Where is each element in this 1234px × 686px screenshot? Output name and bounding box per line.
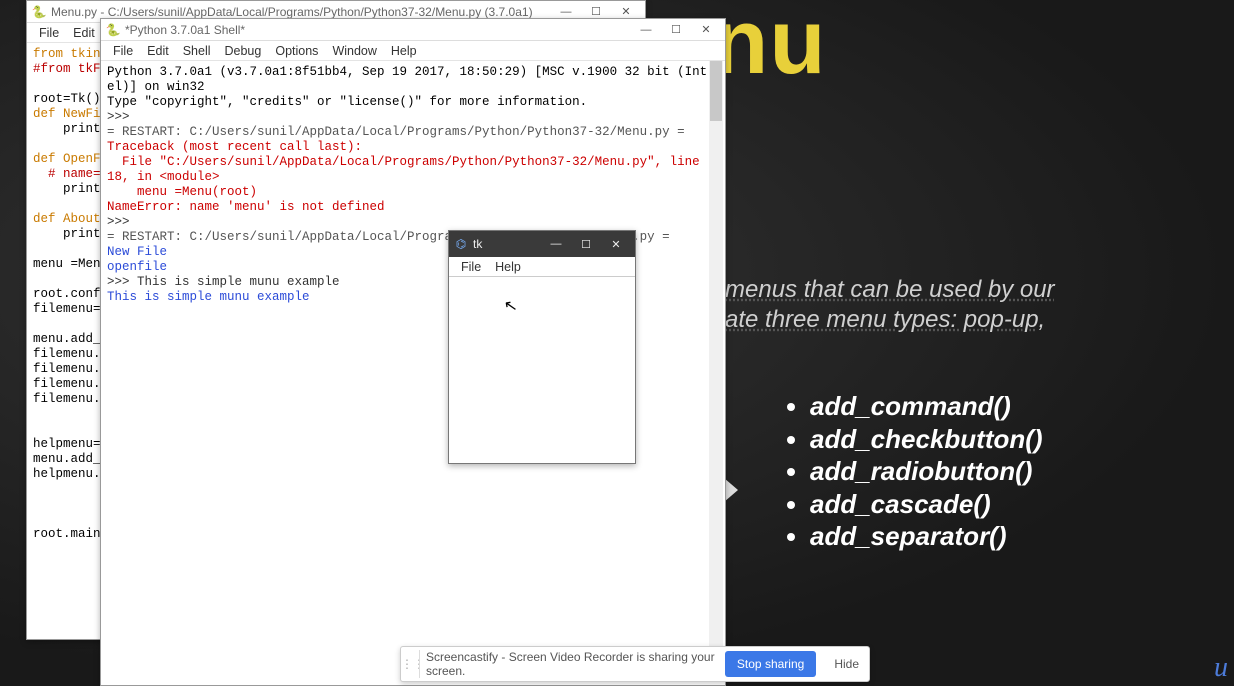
python-icon: 🐍	[31, 4, 47, 20]
menu-edit[interactable]: Edit	[67, 24, 101, 42]
editor-title: Menu.py - C:/Users/sunil/AppData/Local/P…	[51, 5, 551, 19]
slide-body-text: menus that can be used by our ate three …	[725, 275, 1055, 335]
menu-window[interactable]: Window	[326, 42, 382, 60]
close-button[interactable]: ✕	[601, 234, 631, 254]
tk-title: tk	[473, 237, 541, 251]
tk-menu-help[interactable]: Help	[489, 258, 527, 276]
tk-menu-file[interactable]: File	[455, 258, 487, 276]
tk-titlebar[interactable]: ⌬ tk — ☐ ✕	[449, 231, 635, 257]
shell-title: *Python 3.7.0a1 Shell*	[125, 23, 631, 37]
menu-debug[interactable]: Debug	[219, 42, 268, 60]
screenshare-bar: ⋮⋮ Screencastify - Screen Video Recorder…	[400, 646, 870, 682]
drag-handle-icon[interactable]: ⋮⋮	[401, 657, 419, 671]
shell-scrollbar[interactable]: ▴ ▾	[709, 61, 723, 665]
menu-options[interactable]: Options	[269, 42, 324, 60]
menu-shell[interactable]: Shell	[177, 42, 217, 60]
screenshare-message: Screencastify - Screen Video Recorder is…	[419, 650, 725, 678]
watermark: u	[1214, 652, 1228, 684]
list-item: add_radiobutton()	[810, 455, 1043, 488]
tk-icon: ⌬	[453, 236, 469, 252]
maximize-button[interactable]: ☐	[661, 20, 691, 40]
slide-bullet-list: add_command() add_checkbutton() add_radi…	[790, 390, 1043, 553]
close-button[interactable]: ✕	[691, 20, 721, 40]
tk-window: ⌬ tk — ☐ ✕ File Help	[448, 230, 636, 464]
stop-sharing-button[interactable]: Stop sharing	[725, 651, 816, 677]
list-item: add_command()	[810, 390, 1043, 423]
hide-button[interactable]: Hide	[824, 651, 869, 677]
maximize-button[interactable]: ☐	[571, 234, 601, 254]
menu-edit[interactable]: Edit	[141, 42, 175, 60]
menu-help[interactable]: Help	[385, 42, 423, 60]
menu-file[interactable]: File	[33, 24, 65, 42]
minimize-button[interactable]: —	[631, 20, 661, 40]
menu-file[interactable]: File	[107, 42, 139, 60]
list-item: add_checkbutton()	[810, 423, 1043, 456]
scrollbar-thumb[interactable]	[710, 61, 722, 121]
list-item: add_cascade()	[810, 488, 1043, 521]
tk-menubar: File Help	[449, 257, 635, 277]
list-item: add_separator()	[810, 520, 1043, 553]
shell-menubar: File Edit Shell Debug Options Window Hel…	[101, 41, 725, 61]
python-icon: 🐍	[105, 22, 121, 38]
chevron-right-icon[interactable]	[724, 478, 738, 502]
shell-titlebar[interactable]: 🐍 *Python 3.7.0a1 Shell* — ☐ ✕	[101, 19, 725, 41]
minimize-button[interactable]: —	[541, 234, 571, 254]
